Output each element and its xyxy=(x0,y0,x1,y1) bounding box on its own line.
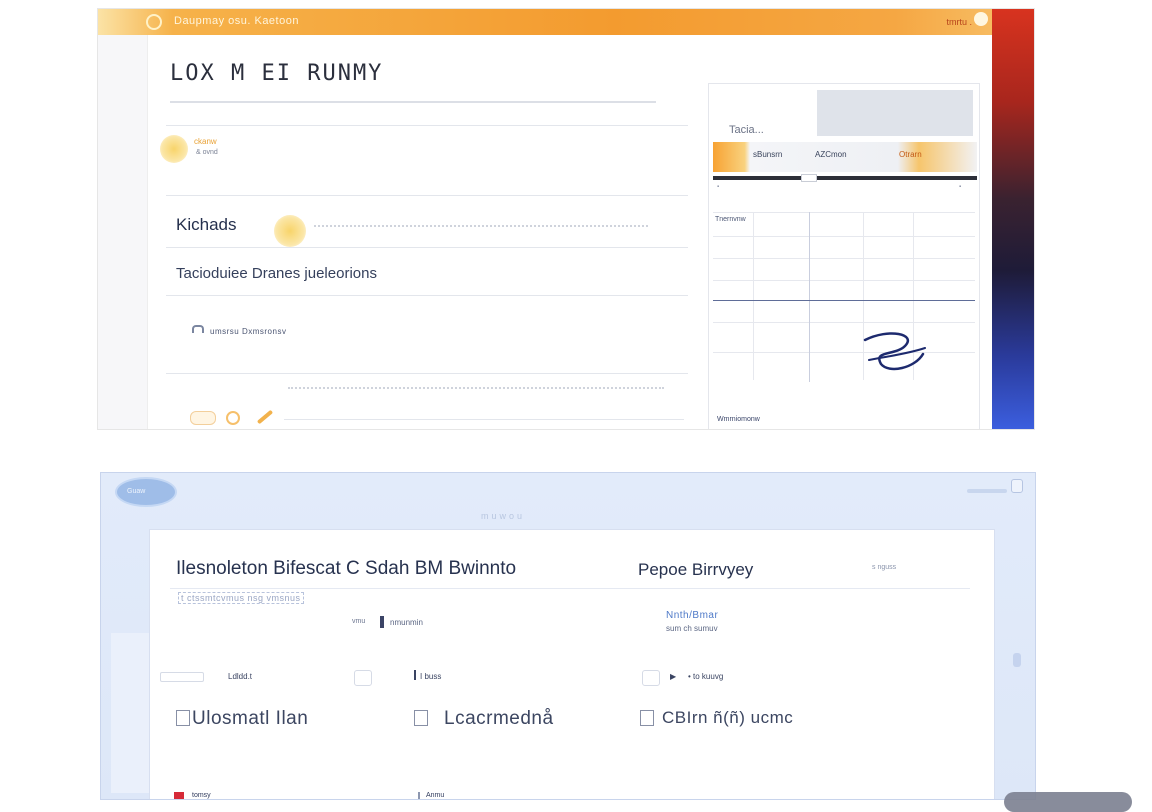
left-pane xyxy=(98,35,148,429)
section-divider xyxy=(166,373,688,374)
footer-separator xyxy=(418,792,420,799)
row-heading[interactable]: Kichads xyxy=(176,215,236,235)
scroll-handle[interactable] xyxy=(1013,653,1021,667)
group-toggle-box[interactable] xyxy=(354,670,372,686)
section-divider xyxy=(166,247,688,248)
checkbox-1[interactable] xyxy=(176,710,190,726)
window-control-button[interactable] xyxy=(1011,479,1023,493)
footer-divider xyxy=(284,419,684,420)
window-title: Daupmay osu. Kaetoon xyxy=(174,15,299,27)
group-label-2: I buss xyxy=(420,672,442,681)
toolbar-item-mid[interactable]: AZCmon xyxy=(815,150,847,159)
checkbox-2[interactable] xyxy=(414,710,428,726)
left-side-tab xyxy=(111,633,151,793)
signature-mark xyxy=(863,332,926,371)
cloud-icon xyxy=(192,325,204,333)
form-card: Ilesnoleton Bifescat C Sdah BM Bwinnto P… xyxy=(149,529,995,799)
row-subheading[interactable]: Tacioduiee Dranes jueleorions xyxy=(176,265,377,282)
graph-y-axis xyxy=(809,212,810,382)
bottom-window: Guaw muwou Ilesnoleton Bifescat C Sdah B… xyxy=(100,472,1036,800)
grid-line xyxy=(753,212,754,380)
title-right-text: tmrtu . xyxy=(946,17,972,27)
graph-corner-label: Tnernvnw xyxy=(715,216,746,223)
footer-tag-icon[interactable] xyxy=(190,411,216,425)
pen-icon[interactable] xyxy=(256,409,274,425)
app-badge-label: Guaw xyxy=(127,488,146,495)
info-subtext: sum ch sumuv xyxy=(666,624,718,633)
preview-toolbar: sBunsrn AZCmon Otrarn xyxy=(713,142,977,172)
app-icon xyxy=(146,14,162,30)
section-divider xyxy=(166,295,688,296)
group-toggle-box[interactable] xyxy=(642,670,660,686)
document-heading: LOX M EI RUNMY xyxy=(170,61,384,86)
group-tag-box xyxy=(160,672,204,682)
group-label-3: • to kuuvg xyxy=(688,672,724,681)
panel-footer-label: Wmrniomonw xyxy=(717,416,760,423)
toolbar-item-right[interactable]: Otrarn xyxy=(899,150,922,159)
form-title: Ilesnoleton Bifescat C Sdah BM Bwinnto xyxy=(176,558,517,579)
footer-leader-dots xyxy=(288,387,664,389)
horizontal-scrollbar[interactable] xyxy=(1004,792,1132,812)
badge-icon xyxy=(160,135,188,163)
app-badge-button[interactable]: Guaw xyxy=(115,477,177,507)
footer-circle-icon[interactable] xyxy=(226,411,240,425)
flag-icon xyxy=(174,792,184,799)
footer-label-left[interactable]: tomsy xyxy=(192,792,211,799)
title-hint: s nguss xyxy=(872,564,897,571)
timeline-track[interactable] xyxy=(713,174,977,182)
window-control-bar[interactable] xyxy=(967,489,1007,493)
meta-prefix: vmu xyxy=(352,618,366,625)
form-title-right: Pepoe Birrvyey xyxy=(638,560,754,579)
meta-text: nmunmin xyxy=(390,618,423,627)
window-header-text: muwou xyxy=(481,511,526,521)
breadcrumb-link[interactable]: t ctssmtcvmus nsg vmsnus xyxy=(178,592,304,604)
timeline-handle[interactable] xyxy=(801,174,817,182)
graph-x-axis xyxy=(713,300,975,301)
checkbox-1-label[interactable]: Ulosmatl Ilan xyxy=(192,708,308,730)
heading-divider xyxy=(170,101,656,103)
preview-image xyxy=(817,90,973,136)
row-leader-dots xyxy=(314,225,648,227)
badge-subtitle: & ovnd xyxy=(196,149,218,156)
badge-title: ckanw xyxy=(194,137,217,146)
section-divider xyxy=(166,195,688,196)
section-divider xyxy=(166,125,688,126)
preview-panel: Tacia... sBunsrn AZCmon Otrarn ▪ ▪ Tnern… xyxy=(708,83,980,429)
checkbox-3-label[interactable]: CBIrn ñ(ñ) ucmc xyxy=(662,708,793,728)
title-bar: Daupmay osu. Kaetoon tmrtu . xyxy=(98,9,1034,35)
play-icon[interactable]: ▶ xyxy=(670,672,676,681)
side-gradient-strip xyxy=(992,9,1034,429)
info-link[interactable]: Nnth/Bmar xyxy=(666,610,718,621)
top-window: Daupmay osu. Kaetoon tmrtu . LOX M EI RU… xyxy=(97,8,1035,430)
close-icon[interactable] xyxy=(974,12,988,26)
timeline-tick: ▪ xyxy=(717,184,720,190)
graph-grid: Tnernvnw xyxy=(713,212,975,392)
checkbox-3[interactable] xyxy=(640,710,654,726)
toolbar-item-left[interactable]: sBunsrn xyxy=(753,150,782,159)
meta-marker-icon xyxy=(380,616,384,628)
checkbox-2-label[interactable]: Lcacrmednå xyxy=(444,708,554,730)
preview-label: Tacia... xyxy=(729,124,764,136)
highlight-icon xyxy=(274,215,306,247)
timeline-tick: ▪ xyxy=(959,184,962,190)
group-separator xyxy=(414,670,416,680)
group-label-1: Ldldd.t xyxy=(228,672,253,681)
footer-label-mid[interactable]: Anmu xyxy=(426,792,444,799)
row-small-label[interactable]: umsrsu Dxmsronsv xyxy=(210,327,286,336)
title-divider xyxy=(170,588,970,589)
